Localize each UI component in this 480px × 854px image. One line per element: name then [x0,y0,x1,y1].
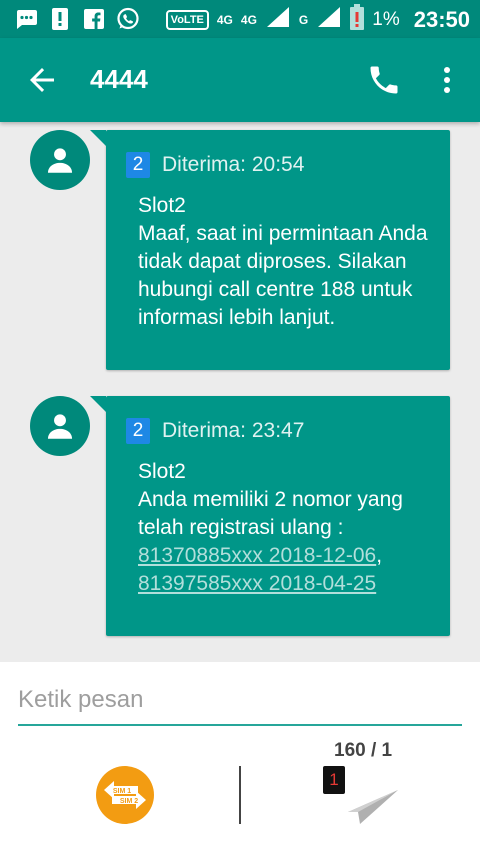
avatar[interactable] [30,396,90,456]
more-vert-icon [444,67,450,93]
person-icon [47,148,73,173]
arrow-back-icon [30,68,54,92]
status-bar: VoLTE 4G 4G G 1% 23:50 [0,0,480,38]
conversation-title: 4444 [90,64,148,94]
alert-icon [48,7,72,31]
message-input[interactable]: Ketik pesan [18,680,462,726]
network-type-2: 4G [240,12,257,27]
person-icon [47,414,73,439]
back-button[interactable] [24,62,60,98]
send-sim-badge: 1 [323,766,345,794]
phone-number-link[interactable]: 81397585xxx 2018-04-25 [138,572,376,595]
signal-icon [265,6,291,33]
message-bubble[interactable]: 2 Diterima: 23:47 Slot2 Anda memiliki 2 … [90,396,450,636]
message-line: Anda memiliki 2 nomor yang telah registr… [138,486,438,598]
message-list[interactable]: 2 Diterima: 20:54 Slot2 Maaf, saat ini p… [0,122,480,662]
sim-switch-label-1: SIM 1 [113,788,131,795]
sim-switch-label-2: SIM 2 [120,798,138,805]
phone-number-link[interactable]: 81370885xxx 2018-12-06 [138,544,376,567]
compose-area: Ketik pesan 160 / 1 SIM 1 SIM 2 1 [0,662,480,854]
whatsapp-icon [116,7,140,31]
battery-percent: 1% [372,8,400,30]
sim-badge: 2 [126,152,150,178]
message-body: Slot2 Maaf, saat ini permintaan Anda tid… [138,192,438,332]
volte-indicator: VoLTE [165,9,209,30]
separator-text: , [376,544,383,567]
phone-icon [370,66,398,94]
message-icon [14,7,38,31]
network-type-1: 4G [216,12,233,27]
signal-icon-2 [316,6,342,33]
overflow-menu-button[interactable] [432,62,462,98]
message-text: Anda memiliki 2 nomor yang telah registr… [138,488,403,539]
battery-low-icon [350,4,365,35]
received-time: Diterima: 20:54 [162,153,305,176]
call-button[interactable] [366,62,402,98]
sim-switch-icon: SIM 1 SIM 2 [96,766,154,824]
message-line: Maaf, saat ini permintaan Anda tidak dap… [138,222,428,329]
sim-badge: 2 [126,418,150,444]
avatar[interactable] [30,130,90,190]
character-counter: 160 / 1 [334,740,393,761]
sim-switch-button[interactable]: SIM 1 SIM 2 [96,766,154,824]
send-button[interactable]: 1 [320,766,404,832]
message-body: Slot2 Anda memiliki 2 nomor yang telah r… [138,458,438,598]
message-line: Slot2 [138,194,186,217]
app-toolbar: 4444 [0,38,480,122]
message-bubble[interactable]: 2 Diterima: 20:54 Slot2 Maaf, saat ini p… [90,130,450,370]
clock: 23:50 [413,6,470,32]
facebook-icon [82,7,106,31]
divider [239,766,241,824]
received-time: Diterima: 23:47 [162,419,305,442]
message-line: Slot2 [138,460,186,483]
network-type-3: G [298,12,309,27]
